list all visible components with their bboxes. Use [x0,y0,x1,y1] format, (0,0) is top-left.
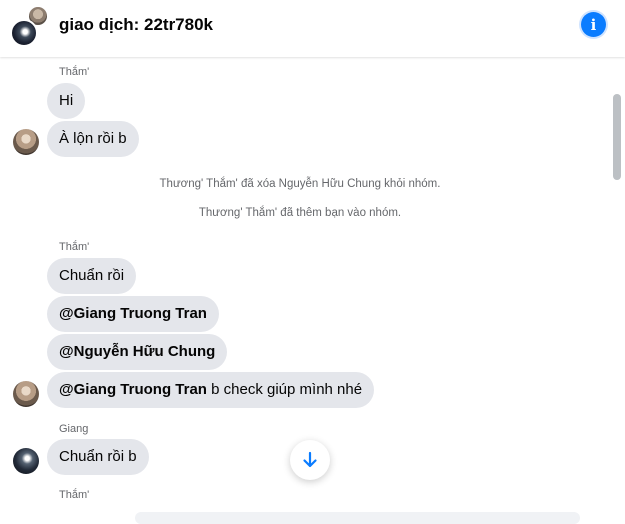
message-bubble[interactable]: À lộn rồi b [47,121,139,157]
sender-avatar[interactable] [13,129,39,155]
message-bubble[interactable]: @Giang Truong Tran b check giúp mình nhé [47,372,375,408]
system-message: Thương' Thắm' đã xóa Nguyễn Hữu Chung kh… [159,178,441,190]
system-message: Thương' Thắm' đã thêm bạn vào nhóm. [198,207,402,219]
info-icon: i [590,15,597,34]
sender-avatar[interactable] [13,448,39,474]
scrollbar-thumb[interactable] [613,94,621,180]
message-bubble[interactable]: Chuẩn rồi b [47,439,149,475]
chat-header: giao dịch: 22tr780k i [0,0,625,57]
group-avatar[interactable] [10,5,50,47]
conversation-title[interactable]: giao dịch: 22tr780k [59,15,213,35]
message-bubble[interactable]: @Giang Truong Tran [47,296,219,332]
scroll-to-bottom-button[interactable] [290,440,330,480]
sender-avatar[interactable] [13,381,39,407]
mention-link[interactable]: @Giang Truong Tran [59,305,207,322]
message-bubble[interactable]: @Nguyễn Hữu Chung [47,334,228,370]
message-composer[interactable] [135,512,580,524]
message-bubble[interactable]: Chuẩn rồi [47,258,137,294]
message-bubble[interactable]: Hi [47,83,86,119]
sender-name: Thắm' [59,489,90,501]
arrow-down-icon [303,451,317,468]
member-avatar-front [10,19,38,47]
sender-name: Giang [59,423,89,435]
sender-name: Thắm' [59,66,90,78]
message-text: b check giúp mình nhé [206,381,363,398]
mention-link[interactable]: @Giang Truong Tran [59,381,207,398]
mention-link[interactable]: @Nguyễn Hữu Chung [59,343,215,360]
sender-name: Thắm' [59,241,90,253]
info-button[interactable]: i [581,12,606,37]
